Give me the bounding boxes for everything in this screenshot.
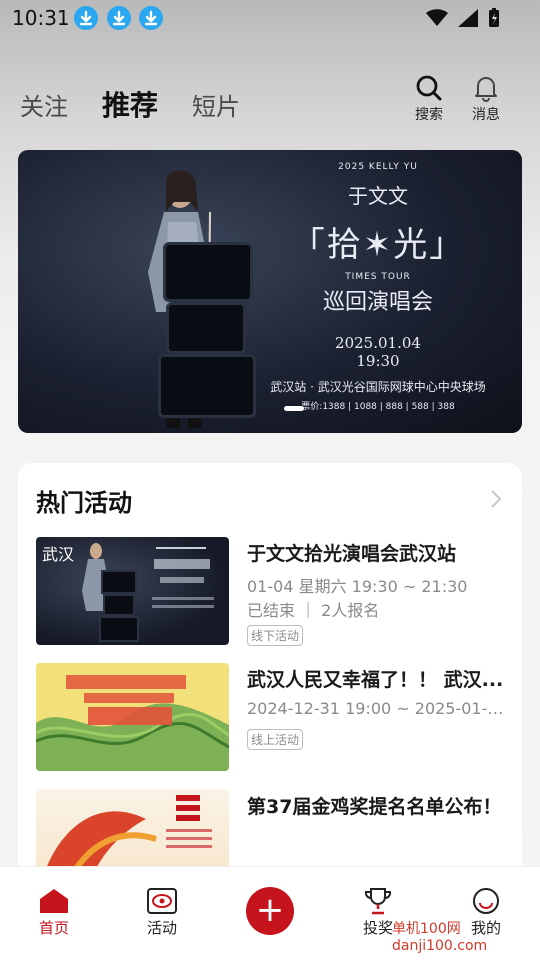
tv-screen	[163, 242, 253, 302]
poster-art	[36, 675, 229, 771]
banner-text: 2025 KELLY YU 于文文 「拾✶光」 TIMES TOUR 巡回演唱会…	[263, 160, 493, 412]
system-icons	[426, 8, 500, 28]
signal-icon	[458, 9, 478, 27]
messages-button[interactable]: 消息	[461, 74, 511, 124]
trophy-icon	[364, 888, 392, 915]
battery-icon	[489, 8, 499, 27]
add-button[interactable]: +	[246, 887, 294, 935]
home-icon	[40, 889, 68, 913]
activity-time: 01-04 星期六 19:30 ~ 21:30	[247, 577, 468, 596]
activity-item[interactable]: 武汉人民又幸福了！！ 武汉... 2024-12-31 19:00 ~ 2025…	[36, 663, 506, 773]
promo-banner[interactable]: 2025 KELLY YU 于文文 「拾✶光」 TIMES TOUR 巡回演唱会…	[18, 150, 522, 433]
banner-line: 「拾✶光」	[290, 225, 466, 265]
tab-follow[interactable]: 关注	[20, 87, 68, 122]
activity-title: 武汉人民又幸福了！！ 武汉...	[247, 669, 504, 691]
activity-item[interactable]: 武汉 于文文拾光演唱会武汉站 01-04 星期六 19:30 ~ 21:30 已…	[36, 537, 506, 647]
banner-line: TIMES TOUR	[345, 272, 411, 282]
chevron-right-icon[interactable]	[490, 489, 502, 509]
wifi-icon	[426, 9, 448, 26]
banner-line: 武汉站 · 武汉光谷国际网球中心中央球场	[270, 380, 486, 394]
messages-label: 消息	[472, 107, 500, 123]
top-tabs: 关注 推荐 短片	[20, 84, 240, 124]
nav-activity-label: 活动	[146, 919, 177, 937]
carousel-indicator[interactable]	[284, 406, 304, 411]
activity-title: 第37届金鸡奖提名名单公布！	[247, 796, 502, 818]
tab-shorts[interactable]: 短片	[192, 87, 240, 122]
activity-thumbnail: 武汉	[36, 537, 229, 645]
search-label: 搜索	[415, 107, 443, 123]
activity-tag: 线上活动	[247, 729, 304, 750]
banner-line: 2025 KELLY YU	[338, 162, 418, 172]
banner-line: 巡回演唱会	[322, 290, 433, 315]
activity-tag: 线下活动	[247, 625, 304, 646]
tv-screen	[166, 302, 246, 354]
bell-icon	[475, 77, 497, 102]
banner-line: 于文文	[348, 184, 408, 208]
download-icon	[139, 6, 163, 30]
activity-title: 于文文拾光演唱会武汉站	[247, 543, 457, 565]
activity-icon	[147, 888, 177, 914]
plus-icon: +	[255, 890, 285, 930]
hot-activities-card: 热门活动 武汉 于文文拾光演唱会武汉站 01-04 星期六 19:30 ~ 21…	[18, 463, 522, 883]
banner-line: 19:30	[356, 352, 400, 370]
profile-icon	[473, 888, 499, 914]
nav-home-label: 首页	[38, 919, 69, 937]
activity-status: 已结束 ｜ 2人报名	[247, 601, 380, 620]
thumbnail-city-label: 武汉	[42, 545, 75, 564]
banner-line: 2025.01.04	[335, 334, 421, 352]
nav-activity[interactable]: 活动	[122, 887, 202, 938]
poster-art	[46, 795, 212, 869]
activity-thumbnail	[36, 663, 229, 771]
download-icon	[74, 6, 98, 30]
search-button[interactable]: 搜索	[404, 74, 454, 124]
status-time: 10:31	[12, 6, 70, 30]
section-title: 热门活动	[36, 489, 132, 517]
watermark: 单机100网 danji100.com	[392, 921, 488, 954]
status-bar: 10:31	[0, 0, 540, 38]
activity-thumbnail	[36, 789, 229, 869]
nav-home[interactable]: 首页	[14, 887, 94, 938]
tv-screen	[158, 354, 256, 418]
activity-time: 2024-12-31 19:00 ~ 2025-01-0...	[247, 699, 505, 718]
tab-recommend[interactable]: 推荐	[102, 84, 158, 124]
download-icon	[107, 6, 131, 30]
search-icon	[416, 75, 442, 101]
